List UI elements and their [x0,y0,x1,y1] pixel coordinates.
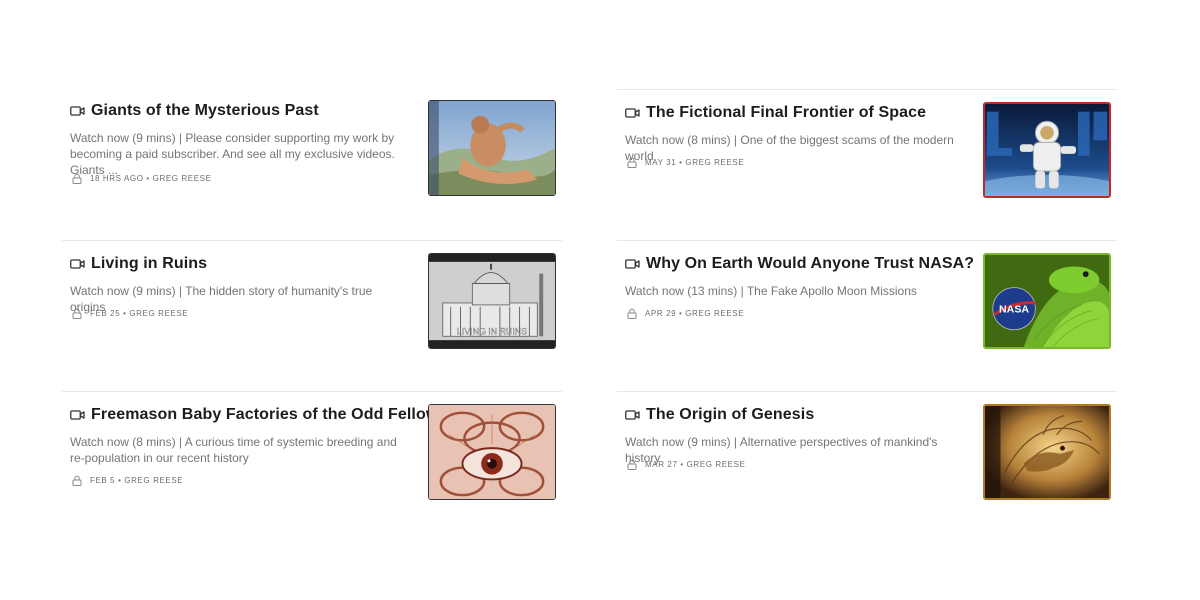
video-camera-icon [70,259,85,269]
lock-icon [627,459,637,470]
post-meta: FEB 5 • GREG REESE [72,475,183,486]
nasa-snake-thumbnail[interactable]: NASA [983,253,1111,349]
post-meta: 18 HRS AGO • GREG REESE [72,173,212,184]
video-camera-icon [625,108,640,118]
giant-figure-thumbnail[interactable] [428,100,556,196]
post-description: Watch now (8 mins) | A curious time of s… [70,435,397,465]
video-camera-icon [625,259,640,269]
post-item[interactable]: Freemason Baby Factories of the Odd Fell… [62,391,562,542]
meta-separator: • [679,158,683,167]
post-item[interactable]: The Fictional Final Frontier of Space Wa… [617,89,1117,240]
post-author[interactable]: GREG REESE [687,460,746,469]
post-item[interactable]: Why On Earth Would Anyone Trust NASA? Wa… [617,240,1117,391]
post-meta: FEB 25 • GREG REESE [72,308,188,319]
post-author[interactable]: GREG REESE [124,476,183,485]
meta-separator: • [680,460,684,469]
post-author[interactable]: GREG REESE [685,309,744,318]
post-title-row[interactable]: The Origin of Genesis [625,406,814,424]
meta-separator: • [118,476,122,485]
post-meta: MAY 31 • GREG REESE [627,157,744,168]
post-title[interactable]: Why On Earth Would Anyone Trust NASA? [646,255,974,273]
post-date: FEB 25 [90,309,121,318]
post-author[interactable]: GREG REESE [129,309,188,318]
post-meta: APR 29 • GREG REESE [627,308,744,319]
post-date: MAY 31 [645,158,677,167]
post-title[interactable]: The Origin of Genesis [646,406,814,424]
post-author[interactable]: GREG REESE [153,174,212,183]
thumbnail-caption: LIVING IN RUINS [457,326,527,336]
meta-separator: • [123,309,127,318]
post-title-row[interactable]: Giants of the Mysterious Past [70,102,319,120]
post-title-row[interactable]: Why On Earth Would Anyone Trust NASA? [625,255,974,273]
video-camera-icon [625,410,640,420]
post-item[interactable]: Living in Ruins Watch now (9 mins) | The… [62,240,562,391]
lock-icon [627,308,637,319]
video-camera-icon [70,106,85,116]
post-date: MAR 27 [645,460,678,469]
lock-icon [72,173,82,184]
post-description: Watch now (13 mins) | The Fake Apollo Mo… [625,284,917,298]
eye-in-chains-thumbnail[interactable] [428,404,556,500]
video-camera-icon [70,410,85,420]
meta-separator: • [679,309,683,318]
post-title-row[interactable]: Living in Ruins [70,255,207,273]
lock-icon [72,308,82,319]
post-meta: MAR 27 • GREG REESE [627,459,745,470]
domed-building-thumbnail[interactable]: LIVING IN RUINS [428,253,556,349]
post-date: FEB 5 [90,476,116,485]
post-date: APR 29 [645,309,677,318]
astronaut-thumbnail[interactable] [983,102,1111,198]
lock-icon [627,157,637,168]
meta-separator: • [146,174,150,183]
post-author[interactable]: GREG REESE [685,158,744,167]
thumbnail-caption: NASA [999,304,1029,316]
golden-dragon-thumbnail[interactable] [983,404,1111,500]
post-title[interactable]: Freemason Baby Factories of the Odd Fell… [91,406,447,424]
post-title-row[interactable]: Freemason Baby Factories of the Odd Fell… [70,406,447,424]
post-date: 18 HRS AGO [90,174,144,183]
post-title-row[interactable]: The Fictional Final Frontier of Space [625,104,926,122]
post-item[interactable]: The Origin of Genesis Watch now (9 mins)… [617,391,1117,542]
post-title[interactable]: The Fictional Final Frontier of Space [646,104,926,122]
post-title[interactable]: Giants of the Mysterious Past [91,102,319,120]
lock-icon [72,475,82,486]
post-title[interactable]: Living in Ruins [91,255,207,273]
post-item[interactable]: Giants of the Mysterious Past Watch now … [62,88,562,238]
post-description: Watch now (9 mins) | Please consider sup… [70,131,395,177]
